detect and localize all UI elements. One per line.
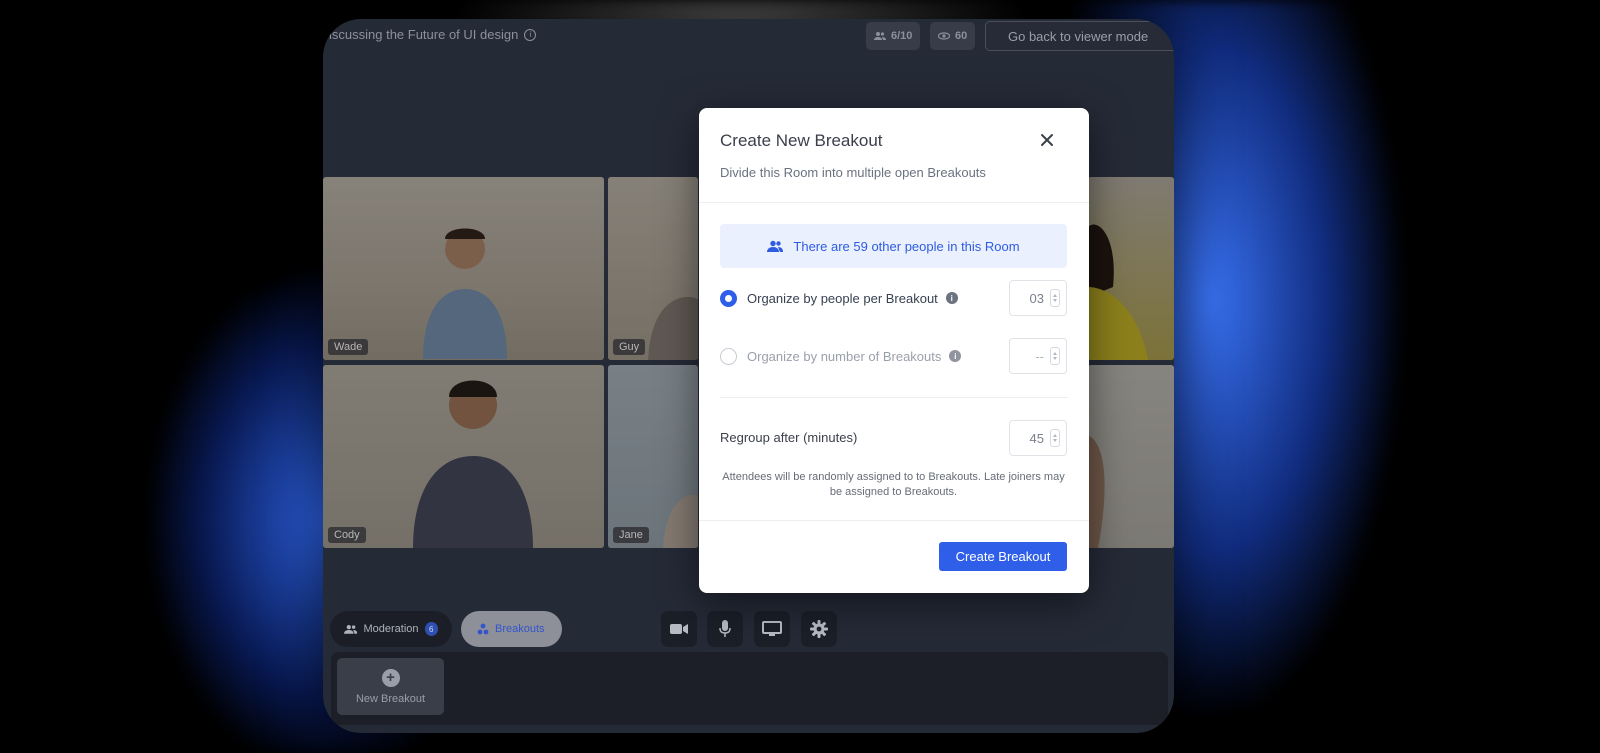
new-breakout-label: New Breakout [355, 692, 426, 705]
screen-share-icon [762, 621, 782, 636]
tile-overlay [1088, 365, 1174, 548]
viewer-mode-button[interactable]: Go back to viewer mode [985, 21, 1174, 51]
chevron-down-icon[interactable] [1053, 299, 1057, 302]
create-breakout-dialog: Create New Breakout Divide this Room int… [699, 108, 1089, 593]
create-breakout-button[interactable]: Create Breakout [939, 542, 1067, 571]
video-tile[interactable]: Guy [608, 177, 698, 360]
room-title: iscussing the Future of UI design i [329, 27, 537, 42]
divider [699, 520, 1089, 521]
option-people-per-breakout[interactable]: Organize by people per Breakout i [720, 280, 1067, 316]
info-icon[interactable]: i [945, 292, 958, 304]
moderation-count-badge: 6 [424, 622, 438, 636]
settings-icon [810, 620, 828, 638]
participants-count: 6/10 [891, 30, 913, 42]
viewers-count: 60 [955, 30, 968, 42]
radio-number-of-breakouts[interactable] [720, 347, 737, 365]
chevron-up-icon[interactable] [1053, 352, 1057, 355]
video-tile[interactable] [1088, 365, 1174, 548]
participants-count-chip: 6/10 [866, 22, 921, 50]
video-tile[interactable]: Wade [323, 177, 604, 360]
tile-overlay [608, 177, 698, 360]
plus-icon: + [381, 668, 400, 687]
people-icon [874, 32, 886, 40]
tile-overlay [323, 365, 604, 548]
moderation-button[interactable]: Moderation 6 [330, 611, 452, 647]
radio-people-per-breakout[interactable] [720, 289, 737, 307]
camera-button[interactable] [661, 611, 697, 647]
moderation-label: Moderation [363, 623, 419, 635]
chevron-up-icon[interactable] [1053, 294, 1057, 297]
room-people-banner: There are 59 other people in this Room [720, 224, 1067, 268]
regroup-minutes-stepper[interactable] [1009, 420, 1067, 456]
camera-icon [670, 624, 688, 634]
breakouts-button[interactable]: Breakouts [461, 611, 562, 647]
option-label: Organize by people per Breakout [747, 290, 938, 306]
info-icon[interactable]: i [524, 28, 537, 41]
participant-name-label: Guy [613, 339, 646, 355]
chevron-down-icon[interactable] [1053, 357, 1057, 360]
breakouts-icon [477, 623, 489, 635]
people-icon [767, 240, 784, 252]
new-breakout-button[interactable]: + New Breakout [337, 658, 444, 715]
viewers-count-chip: 60 [930, 22, 976, 50]
video-tile[interactable]: Cody [323, 365, 604, 548]
participant-name-label: Wade [328, 339, 369, 355]
regroup-label: Regroup after (minutes) [720, 430, 858, 445]
settings-button[interactable] [801, 611, 837, 647]
microphone-icon [719, 620, 731, 637]
room-people-text: There are 59 other people in this Room [793, 238, 1020, 254]
room-title-text: iscussing the Future of UI design [329, 27, 519, 42]
close-button[interactable] [1037, 130, 1057, 150]
video-tile[interactable]: Jane [608, 365, 698, 548]
dialog-title: Create New Breakout [720, 131, 883, 150]
people-per-breakout-input[interactable] [1020, 290, 1044, 306]
stepper-arrows[interactable] [1050, 289, 1060, 307]
option-number-of-breakouts[interactable]: Organize by number of Breakouts i [720, 338, 1067, 374]
assignment-note: Attendees will be randomly assigned to t… [722, 471, 1065, 498]
eye-icon [938, 32, 950, 40]
stepper-arrows[interactable] [1050, 347, 1060, 365]
chevron-down-icon[interactable] [1053, 439, 1057, 442]
tile-overlay [608, 365, 698, 548]
option-label: Organize by number of Breakouts [747, 348, 942, 364]
microphone-button[interactable] [707, 611, 743, 647]
number-of-breakouts-input[interactable] [1020, 348, 1044, 364]
top-bar: iscussing the Future of UI design i 6/10… [323, 19, 1174, 55]
screen-share-button[interactable] [754, 611, 790, 647]
dialog-subtitle: Divide this Room into multiple open Brea… [720, 165, 986, 180]
tile-overlay [1088, 177, 1174, 360]
participant-name-label: Cody [328, 527, 366, 543]
people-icon [344, 624, 358, 634]
divider [699, 202, 1089, 203]
regroup-minutes-input[interactable] [1020, 430, 1044, 446]
breakouts-tray: + New Breakout [331, 652, 1168, 725]
stepper-arrows[interactable] [1050, 429, 1060, 447]
close-icon [1041, 134, 1053, 146]
tile-overlay [323, 177, 604, 360]
breakouts-label: Breakouts [495, 623, 545, 635]
video-tile[interactable] [1088, 177, 1174, 360]
number-of-breakouts-stepper[interactable] [1009, 338, 1067, 374]
divider [720, 397, 1068, 398]
chevron-up-icon[interactable] [1053, 434, 1057, 437]
participant-name-label: Jane [613, 527, 649, 543]
people-per-breakout-stepper[interactable] [1009, 280, 1067, 316]
info-icon[interactable]: i [949, 350, 962, 362]
regroup-row: Regroup after (minutes) [720, 420, 1067, 456]
